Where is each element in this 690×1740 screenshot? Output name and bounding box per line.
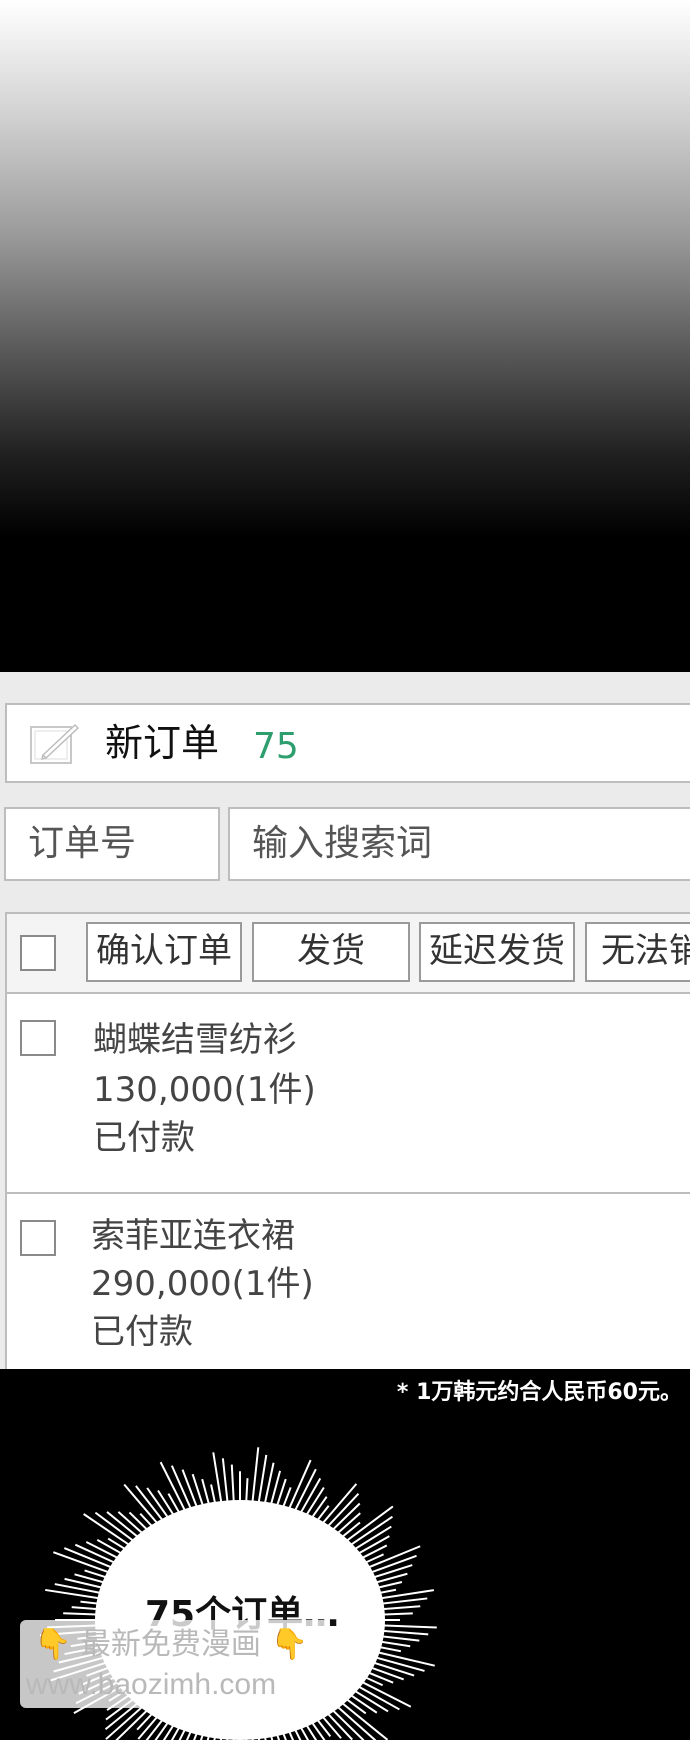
order-status: 已付款 (91, 1308, 193, 1356)
ship-button[interactable]: 发货 (252, 922, 410, 982)
watermark-url: www.baozimh.com (26, 1666, 276, 1704)
order-price: 290,000(1件) (91, 1260, 314, 1308)
order-status: 已付款 (93, 1114, 195, 1162)
order-row[interactable]: 索菲亚连衣裙 290,000(1件) 已付款 (7, 1194, 690, 1369)
order-checkbox[interactable] (20, 1220, 56, 1256)
gradient-background (0, 0, 690, 672)
search-placeholder: 输入搜索词 (252, 821, 432, 867)
order-row[interactable]: 蝴蝶结雪纺衫 130,000(1件) 已付款 (7, 994, 690, 1194)
new-order-header[interactable]: 新订单 75 (5, 703, 690, 783)
pointing-hand-icon: 👇 (34, 1627, 71, 1662)
search-type-select[interactable]: 订单号 (4, 807, 220, 881)
order-name: 索菲亚连衣裙 (91, 1212, 295, 1260)
order-checkbox[interactable] (20, 1020, 56, 1056)
order-app-panel: 新订单 75 订单号 输入搜索词 确认订单 发货 延迟发货 无法销 蝴蝶结雪纺衫… (0, 672, 690, 1369)
delay-shipment-button[interactable]: 延迟发货 (419, 922, 575, 982)
edit-icon (29, 721, 79, 767)
search-type-label: 订单号 (28, 821, 136, 867)
order-name: 蝴蝶结雪纺衫 (93, 1016, 297, 1064)
pointing-hand-icon: 👇 (270, 1627, 307, 1662)
watermark-title: 最新免费漫画 (81, 1627, 261, 1662)
new-order-count: 75 (253, 725, 299, 769)
order-toolbar: 确认订单 发货 延迟发货 无法销 (7, 914, 690, 994)
new-order-label: 新订单 (105, 719, 219, 767)
watermark: 👇 最新免费漫画 👇 www.baozimh.com (20, 1620, 330, 1708)
search-input[interactable]: 输入搜索词 (228, 807, 690, 881)
cannot-sell-button[interactable]: 无法销 (585, 922, 690, 982)
confirm-order-button[interactable]: 确认订单 (86, 922, 242, 982)
order-list: 确认订单 发货 延迟发货 无法销 蝴蝶结雪纺衫 130,000(1件) 已付款 … (5, 912, 690, 1369)
exchange-footnote: * 1万韩元约合人民币60元。 (397, 1376, 682, 1410)
select-all-checkbox[interactable] (20, 935, 56, 971)
order-price: 130,000(1件) (93, 1066, 316, 1114)
